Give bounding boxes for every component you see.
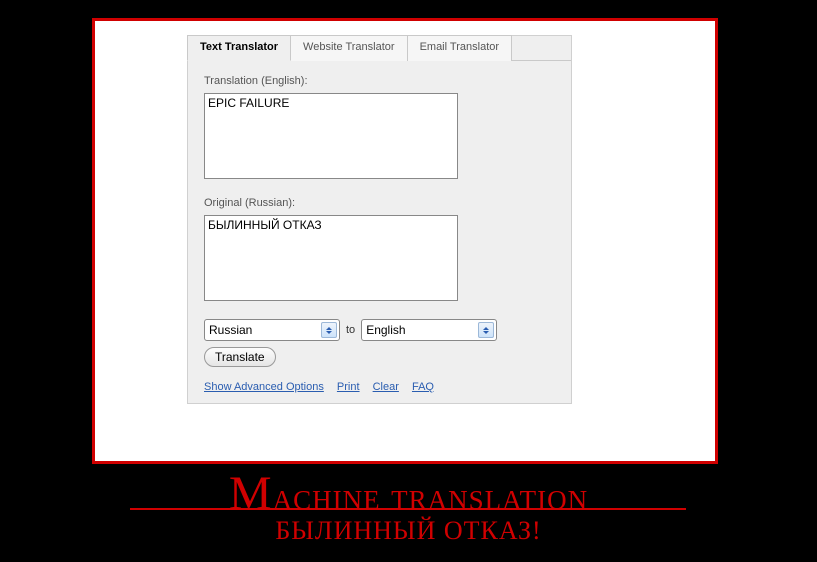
translate-button[interactable]: Translate xyxy=(204,347,276,367)
poster-subtitle: БЫЛИННЫЙ ОТКАЗ! xyxy=(0,516,817,546)
from-language-value: Russian xyxy=(209,323,252,337)
poster-title-initial: M xyxy=(229,467,273,520)
clear-link[interactable]: Clear xyxy=(373,381,399,393)
original-label: Original (Russian): xyxy=(204,197,555,209)
show-advanced-link[interactable]: Show Advanced Options xyxy=(204,381,324,393)
poster-title-underline xyxy=(130,508,686,510)
to-language-select[interactable]: English xyxy=(361,319,497,341)
tab-email-translator[interactable]: Email Translator xyxy=(407,35,512,61)
to-language-value: English xyxy=(366,323,405,337)
to-label: to xyxy=(346,324,355,336)
translator-panel: Text Translator Website Translator Email… xyxy=(187,35,572,404)
translation-label: Translation (English): xyxy=(204,75,555,87)
poster-title: Machine translation xyxy=(0,466,817,521)
tab-bar: Text Translator Website Translator Email… xyxy=(187,35,571,61)
language-row: Russian to English xyxy=(204,319,555,341)
select-arrow-icon xyxy=(321,322,337,338)
select-arrow-icon xyxy=(478,322,494,338)
from-language-select[interactable]: Russian xyxy=(204,319,340,341)
tab-website-translator[interactable]: Website Translator xyxy=(290,35,408,61)
original-textarea[interactable] xyxy=(204,215,458,301)
translation-textarea[interactable] xyxy=(204,93,458,179)
tab-text-translator[interactable]: Text Translator xyxy=(187,35,291,61)
print-link[interactable]: Print xyxy=(337,381,360,393)
poster-title-rest: achine translation xyxy=(273,476,588,518)
panel-body: Translation (English): Original (Russian… xyxy=(188,61,571,403)
faq-link[interactable]: FAQ xyxy=(412,381,434,393)
poster-frame: Text Translator Website Translator Email… xyxy=(92,18,718,464)
footer-links: Show Advanced Options Print Clear FAQ xyxy=(204,381,555,393)
